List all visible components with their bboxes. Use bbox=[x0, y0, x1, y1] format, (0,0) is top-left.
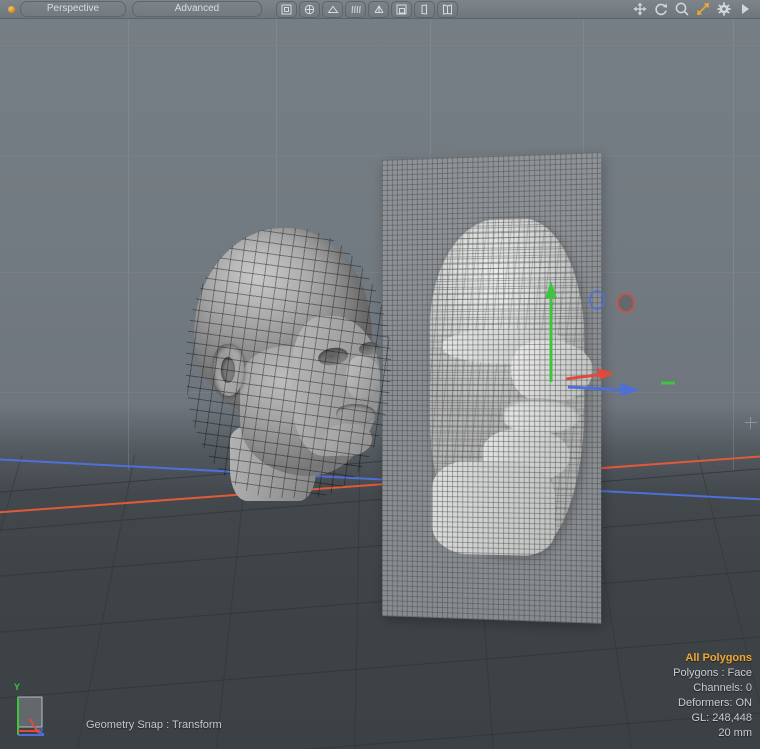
isoparms-icon[interactable] bbox=[276, 1, 297, 18]
axis-gizmo-label-y: Y bbox=[14, 682, 20, 692]
active-indicator-dot[interactable] bbox=[8, 6, 15, 13]
scale-tool-icon[interactable] bbox=[696, 2, 710, 16]
head-nose bbox=[346, 356, 380, 398]
shading-mode-button[interactable]: Advanced bbox=[132, 1, 262, 17]
viewport-3d[interactable]: Y Z Geometry Snap : Transform All Polygo… bbox=[0, 0, 760, 749]
cursor-crosshair bbox=[745, 417, 757, 429]
display-mode-group bbox=[276, 1, 458, 18]
settings-gear-icon[interactable] bbox=[717, 2, 731, 16]
axis-gizmo-label-z: Z bbox=[38, 727, 44, 737]
hud-title: All Polygons bbox=[673, 651, 752, 666]
hud-line-channels: Channels: 0 bbox=[673, 681, 752, 696]
head-ear bbox=[212, 344, 244, 396]
head-mouth bbox=[336, 404, 376, 424]
hud-line-polygons: Polygons : Face bbox=[673, 666, 752, 681]
viewport-toolbar: Perspective Advanced bbox=[0, 0, 760, 19]
head-chin bbox=[324, 424, 372, 456]
viewport-hud: All Polygons Polygons : Face Channels: 0… bbox=[673, 651, 752, 741]
globe-icon[interactable] bbox=[299, 1, 320, 18]
play-arrow-icon[interactable] bbox=[738, 2, 752, 16]
application-window: Y Z Geometry Snap : Transform All Polygo… bbox=[0, 0, 760, 749]
relief-neck bbox=[432, 461, 555, 557]
rotate-tool-icon[interactable] bbox=[654, 2, 668, 16]
box-display-icon[interactable] bbox=[391, 1, 412, 18]
double-page-icon[interactable] bbox=[437, 1, 458, 18]
axis-gizmo-svg bbox=[4, 683, 52, 745]
axis-orientation-gizmo[interactable]: Y Z bbox=[4, 683, 52, 745]
hatch-lines-icon[interactable] bbox=[345, 1, 366, 18]
hud-line-deformers: Deformers: ON bbox=[673, 696, 752, 711]
navigation-tools-group bbox=[633, 2, 756, 16]
view-mode-button[interactable]: Perspective bbox=[20, 1, 126, 17]
hud-line-gl: GL: 248,448 bbox=[673, 711, 752, 726]
hud-line-scale: 20 mm bbox=[673, 726, 752, 741]
axis-gizmo-cube bbox=[18, 697, 42, 727]
single-page-icon[interactable] bbox=[414, 1, 435, 18]
ground-grid bbox=[0, 455, 760, 749]
head-model[interactable] bbox=[186, 228, 391, 498]
zoom-tool-icon[interactable] bbox=[675, 2, 689, 16]
status-snap-text: Geometry Snap : Transform bbox=[86, 719, 222, 731]
relief-nose bbox=[511, 340, 592, 400]
relief-plane[interactable] bbox=[382, 152, 601, 624]
move-tool-icon[interactable] bbox=[633, 2, 647, 16]
cone-shading-icon[interactable] bbox=[368, 1, 389, 18]
gouraud-shading-icon[interactable] bbox=[322, 1, 343, 18]
